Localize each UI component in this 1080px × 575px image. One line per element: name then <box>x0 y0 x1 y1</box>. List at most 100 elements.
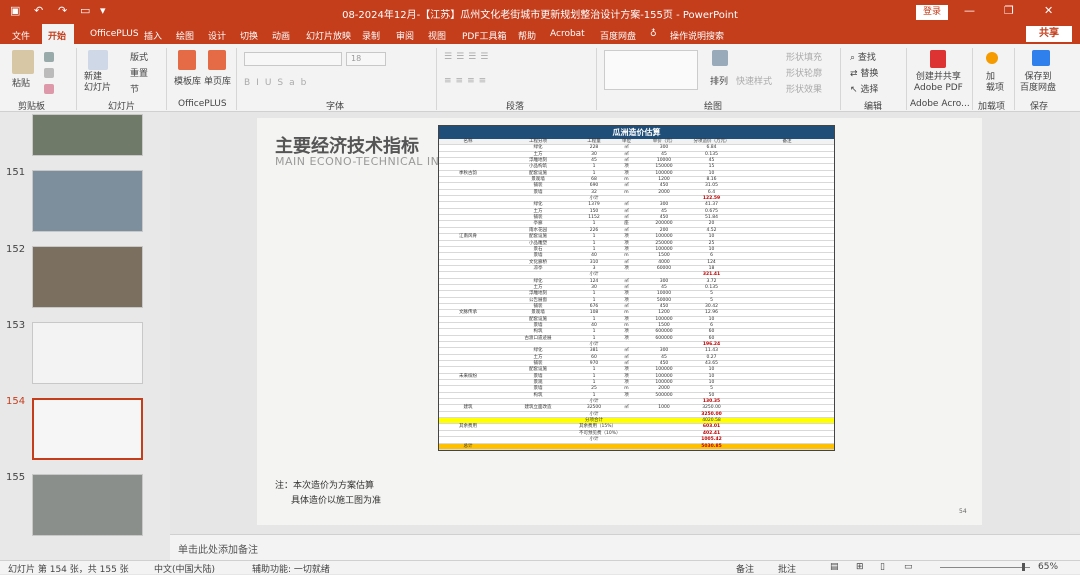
shape-fill-button[interactable]: 形状填充 <box>786 50 822 63</box>
table-cell: 公告展窗 <box>529 297 547 303</box>
copy-icon[interactable] <box>44 68 54 78</box>
table-cell: 1 <box>592 316 596 322</box>
customize-icon[interactable]: ▾ <box>100 4 106 17</box>
slide-thumbnail-154[interactable] <box>32 398 143 460</box>
reading-view-icon[interactable]: ▯ <box>880 562 885 572</box>
tab-review[interactable]: 审阅 <box>396 29 414 42</box>
slide-thumbnail-153[interactable] <box>32 322 143 384</box>
paragraph-list-buttons[interactable]: ☰☰☰☰ <box>444 52 492 62</box>
table-cell: 41.37 <box>705 202 718 208</box>
table-cell: 60 <box>591 354 597 360</box>
language-indicator[interactable]: 中文(中国大陆) <box>154 562 215 575</box>
tab-baidu-netdisk[interactable]: 百度网盘 <box>600 29 636 42</box>
table-cell: ㎡ <box>624 348 629 354</box>
arrange-button[interactable]: 排列 <box>710 74 728 87</box>
normal-view-icon[interactable]: ▤ <box>830 562 839 572</box>
table-cell: 1200 <box>658 310 670 316</box>
replace-button[interactable]: ⇄ 替换 <box>850 66 878 79</box>
tab-design[interactable]: 设计 <box>208 29 226 42</box>
baidu-cloud-icon[interactable] <box>1032 50 1050 66</box>
slide-thumbnail-150[interactable] <box>32 114 143 156</box>
slide-sorter-icon[interactable]: ⊞ <box>856 562 864 572</box>
single-page-library-icon[interactable] <box>208 50 226 70</box>
tab-pdf-tools[interactable]: PDF工具箱 <box>462 29 507 42</box>
login-button[interactable]: 登录 <box>916 5 948 20</box>
slideshow-view-icon[interactable]: ▭ <box>904 562 913 572</box>
restore-icon[interactable]: ❐ <box>1004 4 1014 17</box>
tab-view[interactable]: 视图 <box>428 29 446 42</box>
addins-icon[interactable] <box>986 52 998 64</box>
notes-pane[interactable]: 单击此处添加备注 <box>170 534 1080 560</box>
accessibility-status[interactable]: 辅助功能: 一切就绪 <box>252 562 330 575</box>
font-format-buttons[interactable]: BIUSab <box>244 78 312 88</box>
zoom-slider[interactable] <box>940 567 1030 568</box>
share-button[interactable]: 共享 <box>1026 26 1072 42</box>
tab-insert[interactable]: 插入 <box>144 29 162 42</box>
tab-file[interactable]: 文件 <box>12 29 30 42</box>
tab-draw[interactable]: 绘图 <box>176 29 194 42</box>
create-adobe-pdf-button[interactable]: 创建并共享 Adobe PDF <box>914 72 963 94</box>
single-page-library-button[interactable]: 单页库 <box>204 74 231 87</box>
tab-transitions[interactable]: 切换 <box>240 29 258 42</box>
cut-icon[interactable] <box>44 52 54 62</box>
tab-officeplus[interactable]: OfficePLUS <box>90 29 139 39</box>
template-library-button[interactable]: 模板库 <box>174 74 201 87</box>
section-button[interactable]: 节 <box>130 82 139 95</box>
slide-thumbnail-155[interactable] <box>32 474 143 536</box>
table-cell: 603.01 <box>702 424 721 430</box>
paste-button[interactable]: 粘贴 <box>12 76 30 89</box>
slide-scrollbar[interactable] <box>1070 112 1080 532</box>
drawing-group-label: 绘图 <box>704 102 723 112</box>
tab-help[interactable]: 帮助 <box>518 29 536 42</box>
minimize-icon[interactable]: — <box>964 4 975 17</box>
table-cell: 100000 <box>655 373 673 379</box>
slide-thumbnail-151[interactable] <box>32 170 143 232</box>
redo-icon[interactable]: ↷ <box>58 4 67 17</box>
font-size-select[interactable]: 18 <box>346 52 386 66</box>
quick-styles-button[interactable]: 快速样式 <box>736 74 772 87</box>
paste-icon[interactable] <box>12 50 34 74</box>
thumbnail-scrollbar[interactable] <box>157 112 169 560</box>
shapes-gallery[interactable] <box>604 50 698 90</box>
close-icon[interactable]: ✕ <box>1044 4 1053 17</box>
tab-animations[interactable]: 动画 <box>272 29 290 42</box>
tab-slideshow[interactable]: 幻灯片放映 <box>306 29 351 42</box>
slide-thumbnail-152[interactable] <box>32 246 143 308</box>
table-cell: 1500 <box>658 253 670 259</box>
paragraph-align-buttons[interactable]: ≡≡≡≡ <box>444 76 490 86</box>
shape-effects-button[interactable]: 形状效果 <box>786 82 822 95</box>
reset-button[interactable]: 重置 <box>130 66 148 79</box>
slideshow-icon[interactable]: ▭ <box>80 4 90 17</box>
select-button[interactable]: ↖ 选择 <box>850 82 878 95</box>
template-library-icon[interactable] <box>178 50 196 70</box>
find-button[interactable]: ⌕ 查找 <box>850 50 876 63</box>
new-slide-icon[interactable] <box>88 50 108 70</box>
tab-acrobat[interactable]: Acrobat <box>550 29 585 39</box>
table-cell: 25 <box>591 386 597 392</box>
new-slide-button[interactable]: 新建 幻灯片 <box>84 72 111 94</box>
table-cell: 土方 <box>533 354 543 360</box>
tab-home[interactable]: 开始 <box>42 24 74 44</box>
save-to-baidu-button[interactable]: 保存到 百度网盘 <box>1020 72 1056 94</box>
table-cell: 300 <box>659 202 669 208</box>
zoom-level[interactable]: 65% <box>1038 562 1058 572</box>
arrange-icon[interactable] <box>712 50 728 66</box>
notes-toggle-button[interactable]: 备注 <box>736 562 754 575</box>
table-cell: ㎡ <box>624 405 629 411</box>
notes-placeholder[interactable]: 单击此处添加备注 <box>178 541 258 556</box>
shape-outline-button[interactable]: 形状轮廓 <box>786 66 822 79</box>
font-family-select[interactable] <box>244 52 342 66</box>
tell-me-search[interactable]: 操作说明搜索 <box>670 29 724 42</box>
adobe-pdf-icon[interactable] <box>930 50 946 68</box>
addins-button[interactable]: 加 载项 <box>986 72 1004 94</box>
layout-button[interactable]: 版式 <box>130 50 148 63</box>
save-icon[interactable]: ▣ <box>10 4 20 17</box>
comments-button[interactable]: 批注 <box>778 562 796 575</box>
window-title: 08-2024年12月-【江苏】瓜州文化老街城市更新规划整治设计方案-155页 … <box>342 10 738 21</box>
table-cell: 1 <box>592 392 596 398</box>
tab-record[interactable]: 录制 <box>362 29 380 42</box>
table-cell: 项 <box>624 291 629 297</box>
format-painter-icon[interactable] <box>44 84 54 94</box>
undo-icon[interactable]: ↶ <box>34 4 43 17</box>
zoom-slider-handle[interactable] <box>1022 563 1025 571</box>
